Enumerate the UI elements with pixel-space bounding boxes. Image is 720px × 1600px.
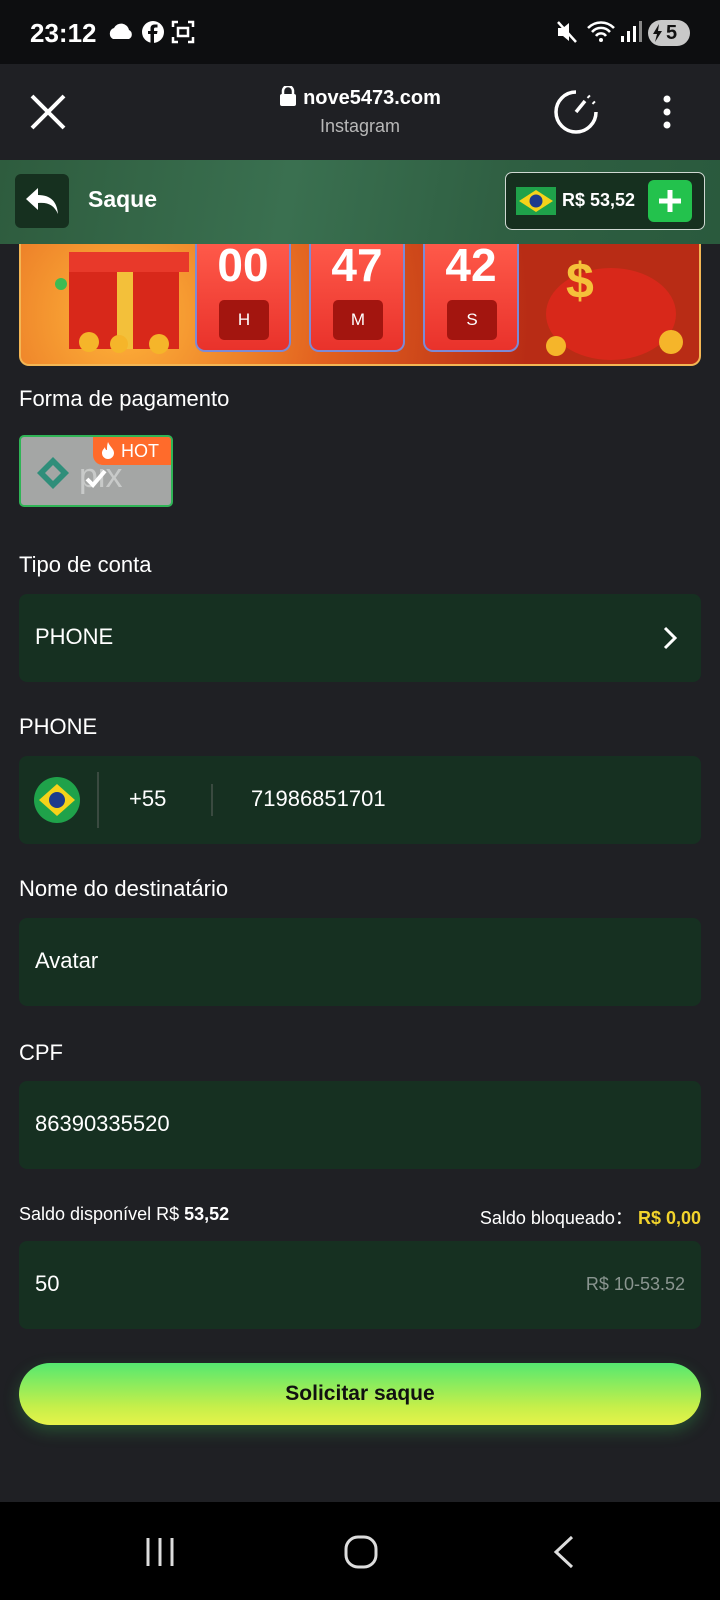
back-arrow-icon bbox=[26, 188, 58, 214]
url-text[interactable]: nove5473.com bbox=[0, 84, 720, 110]
back-button[interactable] bbox=[15, 174, 69, 228]
brazil-flag-icon bbox=[516, 187, 556, 215]
home-icon[interactable] bbox=[343, 1534, 379, 1570]
promo-banner[interactable]: $ 00 H 47 M 42 S bbox=[19, 244, 701, 366]
available-balance-label: Saldo disponível R$ bbox=[19, 1204, 180, 1224]
hot-badge-text: HOT bbox=[121, 441, 159, 461]
speed-icon[interactable] bbox=[552, 88, 600, 136]
back-icon[interactable] bbox=[552, 1534, 576, 1570]
account-type-select[interactable]: PHONE bbox=[19, 594, 701, 682]
cpf-value: 86390335520 bbox=[35, 1111, 170, 1136]
timer-seconds-label: S bbox=[447, 300, 497, 340]
available-balance: Saldo disponível R$ 53,52 bbox=[19, 1204, 229, 1225]
divider bbox=[211, 784, 213, 816]
cpf-field[interactable]: 86390335520 bbox=[19, 1081, 701, 1169]
recipient-label: Nome do destinatário bbox=[19, 876, 229, 901]
deposit-button[interactable] bbox=[648, 180, 692, 222]
recipient-value: Avatar bbox=[35, 948, 99, 973]
divider bbox=[97, 772, 99, 828]
charging-icon bbox=[653, 24, 662, 42]
recent-apps-icon[interactable] bbox=[144, 1536, 176, 1568]
status-time: 23:12 bbox=[30, 18, 97, 48]
balance-widget[interactable]: R$ 53,52 bbox=[505, 172, 705, 230]
system-nav-bar bbox=[0, 1502, 720, 1600]
brazil-flag-icon bbox=[34, 777, 80, 823]
phone-label: PHONE bbox=[19, 714, 98, 739]
timer-minutes: 47 M bbox=[309, 244, 405, 352]
page-header: Saque R$ 53,52 bbox=[0, 160, 720, 244]
hot-badge: HOT bbox=[93, 437, 171, 465]
account-type-label: Tipo de conta bbox=[19, 552, 152, 577]
svg-text:$: $ bbox=[566, 253, 594, 309]
lock-icon bbox=[280, 84, 297, 106]
payment-method-label: Forma de pagamento bbox=[19, 386, 230, 411]
more-icon[interactable] bbox=[662, 94, 672, 130]
blocked-balance-label: Saldo bloqueado： bbox=[479, 1208, 633, 1228]
amount-field[interactable]: 50 R$ 10-53.52 bbox=[19, 1241, 701, 1329]
timer-hours-value: 00 bbox=[217, 244, 269, 291]
battery-level: 5 bbox=[666, 22, 678, 44]
timer-hours: 00 H bbox=[195, 244, 291, 352]
phone-field[interactable]: +55 71986851701 bbox=[19, 756, 701, 844]
facebook-icon bbox=[142, 21, 164, 43]
balance-amount: R$ 53,52 bbox=[562, 190, 636, 210]
recipient-field[interactable]: Avatar bbox=[19, 918, 701, 1006]
timer-seconds: 42 S bbox=[423, 244, 519, 352]
page-title: Saque bbox=[88, 186, 158, 212]
amount-input[interactable]: 50 bbox=[35, 1271, 59, 1297]
gift-box-icon bbox=[55, 252, 189, 354]
cloud-icon bbox=[109, 23, 132, 39]
signal-icon bbox=[621, 21, 642, 42]
timer-hours-label: H bbox=[219, 300, 269, 340]
url-label: nove5473.com bbox=[303, 87, 441, 109]
available-balance-value: 53,52 bbox=[184, 1204, 230, 1224]
money-bag-icon: $ bbox=[546, 253, 683, 360]
chevron-right-icon bbox=[663, 626, 677, 650]
account-type-value: PHONE bbox=[35, 624, 114, 649]
flame-icon bbox=[102, 442, 114, 459]
blocked-balance-value: R$ 0,00 bbox=[637, 1208, 701, 1228]
timer-minutes-label: M bbox=[333, 300, 383, 340]
screenshot-icon bbox=[171, 20, 195, 44]
submit-withdraw-button[interactable]: Solicitar saque bbox=[19, 1363, 701, 1425]
timer-minutes-value: 47 bbox=[331, 244, 383, 291]
pix-option[interactable]: pix HOT bbox=[19, 435, 173, 507]
blocked-balance: Saldo bloqueado： R$ 0,00 bbox=[480, 1204, 701, 1230]
cpf-label: CPF bbox=[19, 1040, 63, 1065]
status-bar: 23:12 5 bbox=[0, 0, 720, 64]
plus-icon bbox=[659, 190, 681, 212]
browser-bar: nove5473.com Instagram bbox=[0, 64, 720, 160]
battery-icon: 5 bbox=[648, 20, 690, 46]
mute-icon bbox=[557, 21, 577, 43]
url-source: Instagram bbox=[319, 116, 401, 136]
amount-range: R$ 10-53.52 bbox=[585, 1274, 685, 1294]
timer-seconds-value: 42 bbox=[445, 244, 497, 291]
country-code[interactable]: +55 bbox=[129, 786, 166, 812]
wifi-icon bbox=[587, 21, 615, 42]
phone-number-input[interactable]: 71986851701 bbox=[251, 786, 386, 812]
